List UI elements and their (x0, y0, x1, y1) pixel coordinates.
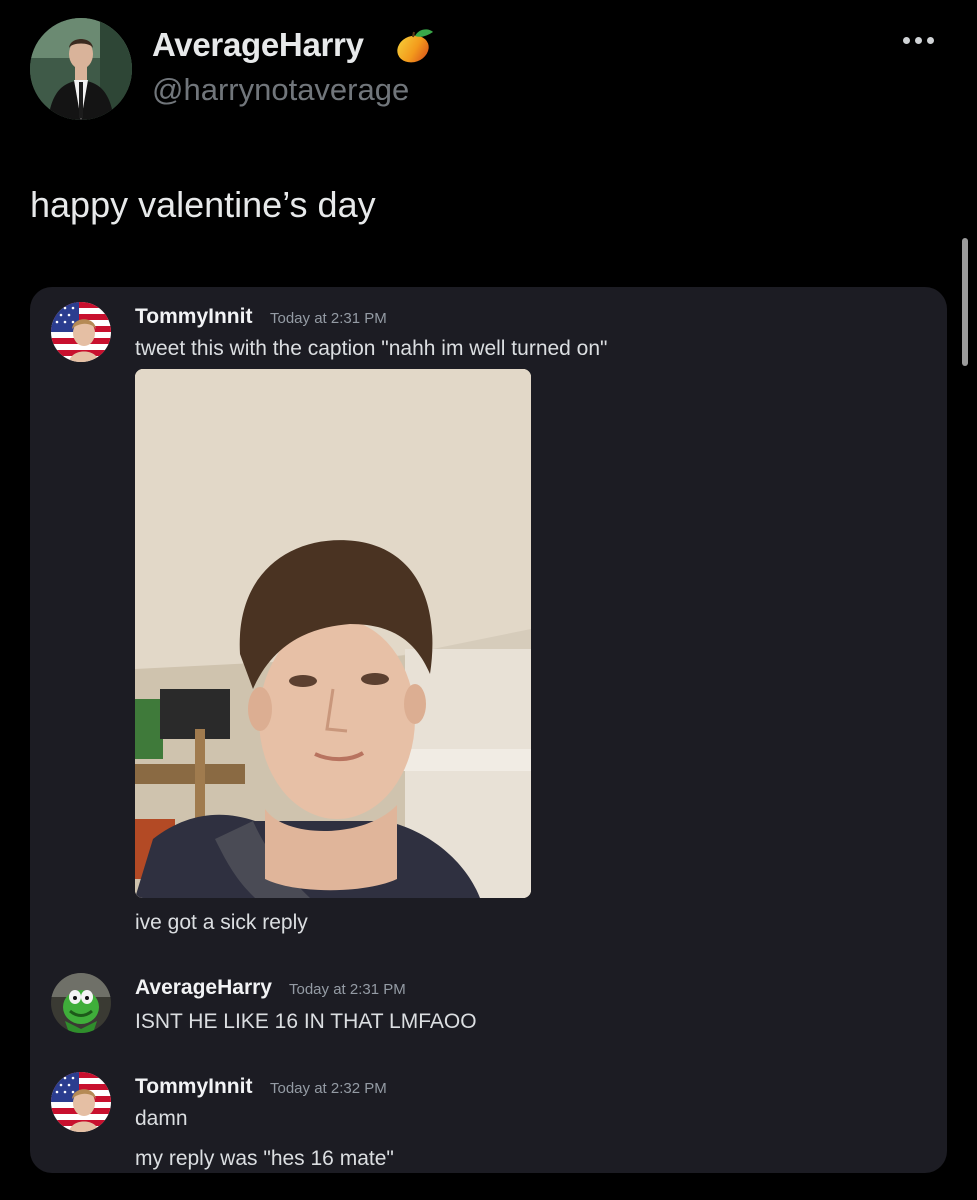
message-text: my reply was "hes 16 mate" (135, 1147, 394, 1170)
message-timestamp: Today at 2:32 PM (270, 1080, 387, 1097)
avatar (51, 302, 111, 362)
author-avatar[interactable] (30, 18, 132, 120)
message-text: tweet this with the caption "nahh im wel… (135, 337, 608, 360)
message-timestamp: Today at 2:31 PM (289, 981, 406, 998)
mango-icon (393, 26, 435, 66)
message-text: ive got a sick reply (135, 911, 308, 934)
message-username[interactable]: AverageHarry (135, 976, 272, 1000)
author-handle[interactable]: @harrynotaverage (152, 72, 409, 108)
tweet-text: happy valentine’s day (30, 184, 376, 225)
attached-screenshot[interactable]: TommyInnit Today at 2:31 PM tweet this w… (30, 287, 947, 1173)
message-username[interactable]: TommyInnit (135, 305, 252, 329)
avatar (51, 1072, 111, 1132)
scrollbar[interactable] (962, 238, 968, 366)
message-text: damn (135, 1107, 188, 1130)
message-timestamp: Today at 2:31 PM (270, 310, 387, 327)
selfie-photo[interactable] (135, 369, 531, 898)
message-username[interactable]: TommyInnit (135, 1075, 252, 1099)
message-text: ISNT HE LIKE 16 IN THAT LMFAOO (135, 1010, 477, 1033)
author-display-name[interactable]: AverageHarry (152, 26, 364, 64)
more-options-icon[interactable] (903, 30, 947, 50)
avatar (51, 973, 111, 1033)
